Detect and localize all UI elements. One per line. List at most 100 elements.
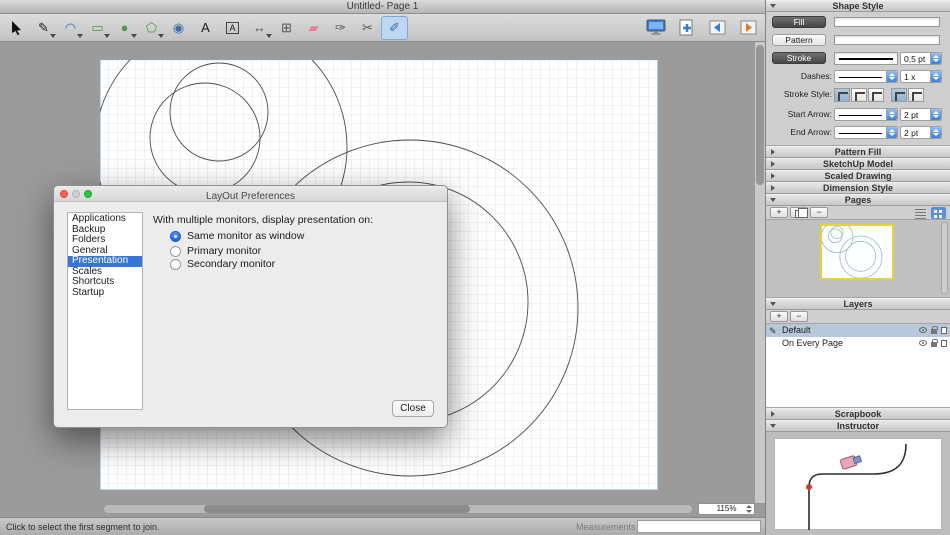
back-arrow-icon [709,20,726,35]
pref-item-presentation[interactable]: Presentation [68,256,142,267]
stepper-arrows-icon[interactable] [930,127,941,138]
close-window-button[interactable] [60,190,68,198]
panel-header-pages[interactable]: Pages [766,194,950,206]
pref-item-startup[interactable]: Startup [68,288,142,299]
duplicate-page-button[interactable] [790,207,808,218]
style-tool[interactable]: ✑ [327,16,354,40]
line-tool[interactable]: ✎ [30,16,57,40]
stepper-arrows-icon[interactable] [886,109,897,120]
layer-lock-icon[interactable] [931,329,937,334]
panel-header-instructor[interactable]: Instructor [766,420,950,432]
radio-row-secondary-monitor[interactable]: Secondary monitor [170,258,275,270]
panel-header-sketchup-model[interactable]: SketchUp Model [766,158,950,170]
label-tool[interactable]: A [219,16,246,40]
previous-page-button[interactable] [704,16,731,40]
stepper-arrows-icon[interactable] [886,71,897,82]
delete-layer-button[interactable]: − [790,311,808,322]
layer-lock-icon[interactable] [931,342,937,347]
window-titlebar[interactable]: Untitled- Page 1 [0,0,765,14]
end-arrow-select[interactable] [834,126,898,139]
radio-row-primary-monitor[interactable]: Primary monitor [170,245,261,257]
dashes-scale-stepper[interactable]: 1 x [900,70,942,83]
zoom-stepper-icon[interactable] [745,505,753,513]
pref-item-shortcuts[interactable]: Shortcuts [68,277,142,288]
vertical-scrollbar[interactable] [754,42,765,503]
add-page-button[interactable] [673,16,700,40]
dimension-tool[interactable]: ↔ [246,16,273,40]
layer-visibility-icon[interactable] [919,327,927,333]
measurements-input[interactable] [637,520,761,533]
text-tool[interactable]: A [192,16,219,40]
panel-header-dimension-style[interactable]: Dimension Style [766,182,950,194]
stepper-arrows-icon[interactable] [930,109,941,120]
zoom-window-button[interactable] [84,190,92,198]
stroke-width-stepper[interactable]: 0,5 pt [900,52,942,65]
layer-row-on-every-page[interactable]: On Every Page [766,337,950,350]
panel-header-scaled-drawing[interactable]: Scaled Drawing [766,170,950,182]
stroke-cap-flat-button[interactable] [891,88,907,102]
radio-row-same-monitor[interactable]: Same monitor as window [170,230,304,242]
delete-page-button[interactable]: − [810,207,828,218]
start-arrow-select[interactable] [834,108,898,121]
circle-tool[interactable]: ● [111,16,138,40]
dashes-select[interactable] [834,70,898,83]
stepper-arrows-icon[interactable] [930,71,941,82]
minimize-window-button[interactable] [72,190,80,198]
split-tool[interactable]: ✂ [354,16,381,40]
add-layer-button[interactable]: + [770,311,788,322]
next-page-button[interactable] [735,16,762,40]
fill-color-swatch[interactable] [834,17,940,27]
radio-secondary-monitor[interactable] [170,259,181,270]
panel-header-shape-style[interactable]: Shape Style [766,0,950,12]
stroke-style-miter-button[interactable] [834,88,850,102]
rectangle-tool[interactable]: ▭ [84,16,111,40]
pattern-button[interactable]: Pattern [772,34,826,46]
layer-visibility-icon[interactable] [919,340,927,346]
horizontal-scrollbar-thumb[interactable] [204,505,470,513]
zoom-control[interactable]: 115% [698,503,755,515]
end-arrow-size-value: 2 pt [904,127,918,139]
list-view-button[interactable] [913,207,928,219]
pattern-swatch[interactable] [834,35,940,45]
panel-header-pattern-fill[interactable]: Pattern Fill [766,146,950,158]
stroke-style-round-button[interactable] [851,88,867,102]
start-arrow-size-stepper[interactable]: 2 pt [900,108,942,121]
pages-content [766,220,950,298]
pref-item-applications[interactable]: Applications [68,214,142,225]
panel-header-scrapbook[interactable]: Scrapbook [766,408,950,420]
layer-share-icon[interactable] [941,327,947,334]
horizontal-scrollbar[interactable] [103,504,693,514]
stroke-cap-round-button[interactable] [908,88,924,102]
page-thumbnail[interactable] [820,224,894,280]
radio-primary-monitor[interactable] [170,246,181,257]
stroke-button[interactable]: Stroke [772,52,826,64]
join-tool[interactable]: ✐ [381,16,408,40]
right-sidebar: Shape Style Fill Pattern Stroke 0,5 pt D… [765,0,950,535]
arc-tool[interactable]: ◠ [57,16,84,40]
layer-row-default[interactable]: ✎ Default [766,324,950,337]
fill-button[interactable]: Fill [772,16,826,28]
end-arrow-size-stepper[interactable]: 2 pt [900,126,942,139]
radio-same-monitor[interactable] [170,231,181,242]
chevron-down-icon [158,34,164,38]
offset-tool[interactable]: ◉ [165,16,192,40]
add-page-mini-button[interactable]: + [770,207,788,218]
table-tool[interactable]: ⊞ [273,16,300,40]
pref-item-folders[interactable]: Folders [68,235,142,246]
polygon-tool[interactable]: ⬠ [138,16,165,40]
pages-scrollbar[interactable] [941,222,948,294]
stroke-color-swatch[interactable] [834,52,898,65]
stroke-style-bevel-button[interactable] [868,88,884,102]
start-arrow-label: Start Arrow: [766,108,832,121]
stepper-arrows-icon[interactable] [930,53,941,64]
dialog-titlebar[interactable]: LayOut Preferences [54,186,447,202]
start-presentation-button[interactable] [642,16,669,40]
grid-view-button[interactable] [931,207,946,219]
stepper-arrows-icon[interactable] [886,127,897,138]
select-tool[interactable] [3,16,30,40]
close-button[interactable]: Close [392,400,434,417]
layer-share-icon[interactable] [941,340,947,347]
eraser-tool[interactable]: ▰ [300,16,327,40]
panel-header-layers[interactable]: Layers [766,298,950,310]
vertical-scrollbar-thumb[interactable] [756,45,764,185]
